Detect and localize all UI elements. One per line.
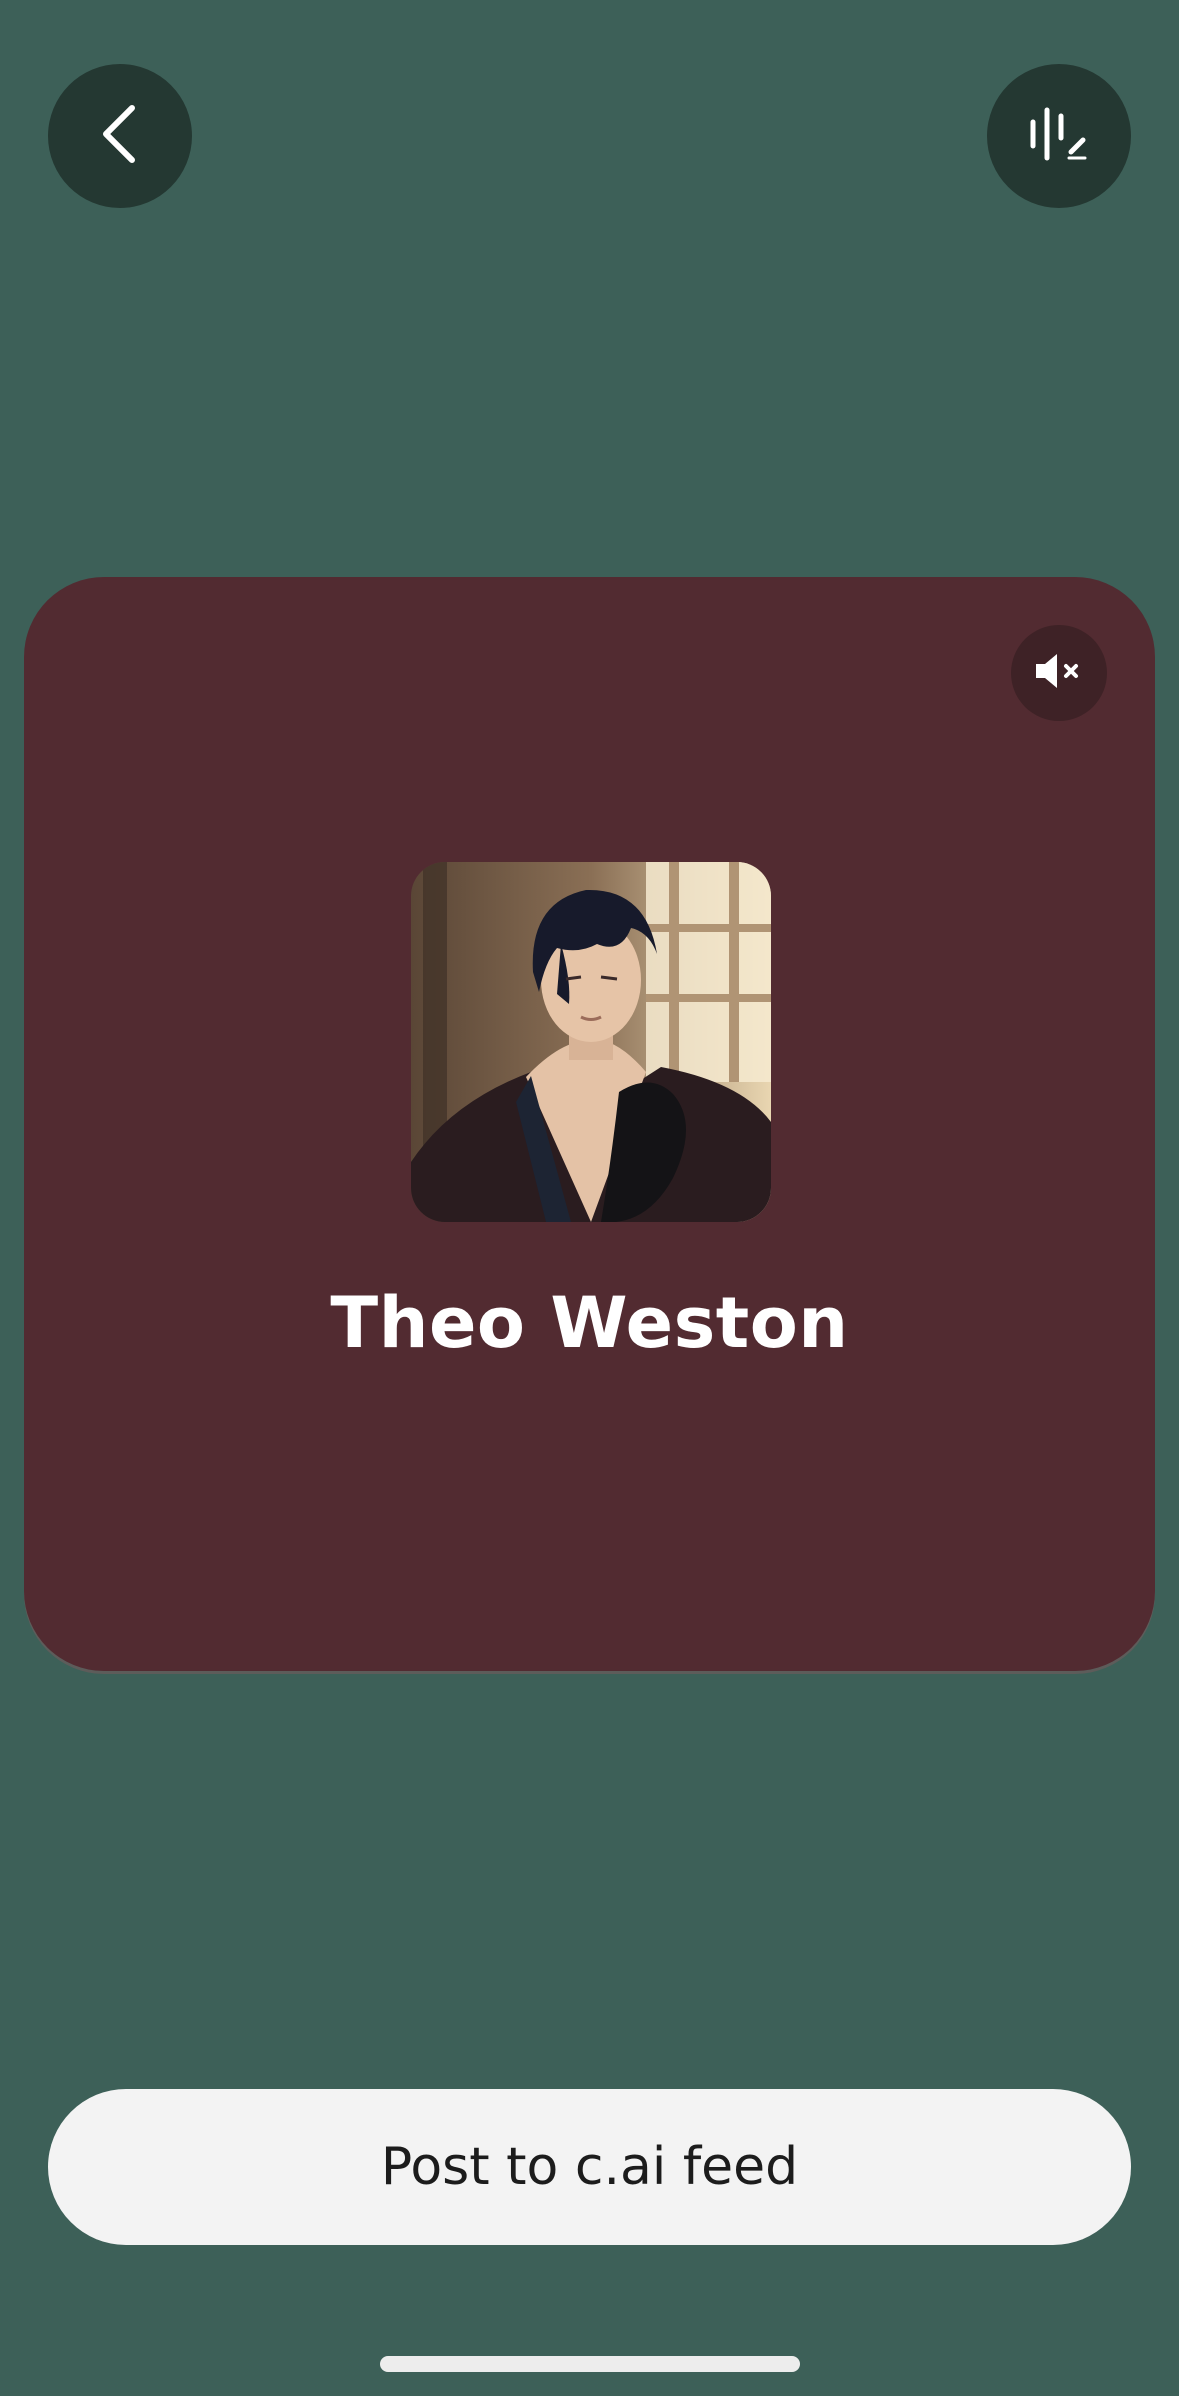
chevron-left-icon — [96, 102, 144, 170]
mute-button[interactable] — [1011, 625, 1107, 721]
character-card: Theo Weston — [24, 577, 1155, 1671]
speaker-muted-icon — [1034, 651, 1084, 695]
back-button[interactable] — [48, 64, 192, 208]
character-avatar — [411, 862, 771, 1222]
post-to-feed-button[interactable]: Post to c.ai feed — [48, 2089, 1131, 2245]
voice-edit-button[interactable] — [987, 64, 1131, 208]
character-name: Theo Weston — [330, 1282, 849, 1364]
voice-edit-icon — [1027, 106, 1091, 166]
home-indicator[interactable] — [380, 2356, 800, 2372]
